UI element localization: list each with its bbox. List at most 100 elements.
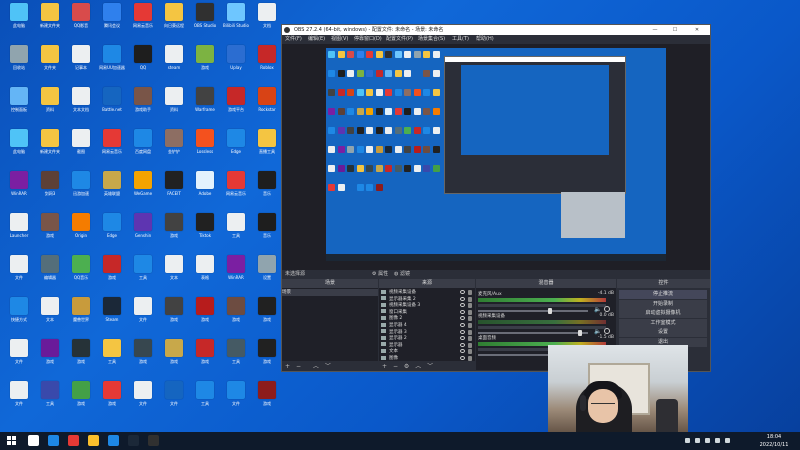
source-down-button[interactable]: ﹀	[427, 363, 433, 370]
visibility-eye-icon[interactable]	[460, 309, 465, 314]
move-up-button[interactable]: ︿	[313, 363, 319, 370]
desktop-icon[interactable]: Launcher	[2, 211, 36, 243]
taskbar-clock[interactable]: 18:04 2022/10/11	[754, 433, 794, 449]
desktop-icon[interactable]: 文件	[219, 379, 253, 411]
desktop-icon[interactable]: 游戏	[33, 211, 67, 243]
tray-input-icon[interactable]	[715, 438, 720, 443]
desktop-icon[interactable]: 网易云音乐	[126, 1, 160, 33]
taskbar-obs-icon[interactable]	[148, 435, 159, 446]
desktop-icon[interactable]: 游戏	[188, 337, 222, 369]
desktop-icon[interactable]: 快捷方式	[2, 295, 36, 327]
desktop-icon[interactable]: 腾讯会议	[95, 1, 129, 33]
obs-window[interactable]: OBS 27.2.4 (64-bit, windows) - 配置文件: 未命名…	[281, 24, 711, 372]
menu-scene-collection[interactable]: 场景集合(S)	[418, 35, 445, 44]
desktop-icon[interactable]: Lossless	[188, 127, 222, 159]
desktop-icon[interactable]: 新建文件夹	[33, 127, 67, 159]
settings-button[interactable]: 设置	[619, 328, 707, 337]
desktop-icon[interactable]: 文件	[2, 337, 36, 369]
add-source-button[interactable]: +	[382, 363, 387, 370]
lock-icon[interactable]	[468, 323, 472, 328]
desktop-icon[interactable]: 回收站	[2, 43, 36, 75]
desktop-icon[interactable]: 游戏	[157, 337, 191, 369]
desktop-icon[interactable]: 文件	[126, 295, 160, 327]
menu-view[interactable]: 视图(V)	[331, 35, 348, 44]
properties-button[interactable]: ⚙ 属性	[372, 270, 388, 279]
desktop-icon[interactable]: Steam	[95, 295, 129, 327]
desktop-icon[interactable]: 文件	[2, 379, 36, 411]
lock-icon[interactable]	[468, 309, 472, 315]
desktop-icon[interactable]: Edge	[95, 211, 129, 243]
sources-list[interactable]: 视频采集设备 显示器采集 2 视频采集设备 3 窗口采集 图像 2 显示器 4 显示器 3显…	[379, 288, 475, 361]
desktop-icon[interactable]: Adobe	[188, 169, 222, 201]
desktop-icon[interactable]: 工具	[33, 379, 67, 411]
desktop-icon[interactable]: Edge	[219, 127, 253, 159]
move-down-button[interactable]: ﹀	[325, 363, 331, 370]
visibility-eye-icon[interactable]	[460, 336, 465, 341]
obs-preview[interactable]	[282, 44, 710, 270]
visibility-eye-icon[interactable]	[460, 323, 465, 327]
desktop-icon[interactable]: 音乐	[250, 211, 284, 243]
tray-chevron-icon[interactable]	[725, 438, 730, 443]
lock-icon[interactable]	[468, 349, 472, 355]
desktop-icon[interactable]: 游戏	[157, 211, 191, 243]
desktop-icon[interactable]: 文件	[2, 253, 36, 285]
menu-docks[interactable]: 停靠窗口(D)	[354, 35, 382, 44]
stop-streaming-button[interactable]: 停止推流	[619, 290, 707, 299]
desktop-icon[interactable]: QQ	[126, 43, 160, 75]
start-recording-button[interactable]: 开始录制	[619, 299, 707, 309]
desktop-icon[interactable]: QQ影音	[64, 1, 98, 33]
maximize-button[interactable]: ☐	[666, 25, 684, 35]
desktop-icon[interactable]: 资料	[33, 85, 67, 117]
menu-edit[interactable]: 编辑(E)	[308, 35, 325, 44]
desktop-icon[interactable]: 迅游加速	[64, 169, 98, 201]
lock-icon[interactable]	[468, 336, 472, 342]
desktop-icon[interactable]: 工具	[126, 253, 160, 285]
desktop-icon[interactable]: 游戏	[64, 379, 98, 411]
windows-start-button[interactable]	[7, 436, 17, 446]
lock-icon[interactable]	[468, 290, 472, 295]
gear-icon[interactable]	[604, 328, 610, 334]
desktop-icon[interactable]: 百度网盘	[126, 127, 160, 159]
desktop-icon[interactable]: 向日葵远程	[157, 1, 191, 33]
visibility-eye-icon[interactable]	[460, 316, 465, 321]
remove-source-button[interactable]: −	[393, 363, 398, 370]
visibility-eye-icon[interactable]	[460, 356, 465, 360]
taskbar-netease-icon[interactable]	[68, 435, 79, 446]
desktop-icon[interactable]: 游戏	[188, 43, 222, 75]
desktop-icon[interactable]: 工具	[219, 337, 253, 369]
desktop-icon[interactable]: Rockstar	[250, 85, 284, 117]
lock-icon[interactable]	[468, 296, 472, 302]
desktop-icon[interactable]: 音乐	[250, 169, 284, 201]
desktop-icon[interactable]: WeGame	[126, 169, 160, 201]
desktop-icon[interactable]: 游戏	[219, 295, 253, 327]
desktop-icon[interactable]: QQ音乐	[64, 253, 98, 285]
gear-icon[interactable]	[604, 306, 610, 312]
desktop-icon[interactable]: 文本	[33, 295, 67, 327]
desktop-icon[interactable]: 资料	[157, 85, 191, 117]
desktop-icon[interactable]: 游戏	[188, 295, 222, 327]
taskbar-qq-icon[interactable]	[108, 435, 119, 446]
desktop-icon[interactable]: 英雄联盟	[95, 169, 129, 201]
desktop-icon[interactable]: 网易云音乐	[219, 169, 253, 201]
lock-icon[interactable]	[468, 316, 472, 322]
desktop-icon[interactable]: 设置	[250, 253, 284, 285]
desktop-icon[interactable]: 金铲铲	[157, 127, 191, 159]
desktop-icon[interactable]: 剑网3	[33, 169, 67, 201]
visibility-eye-icon[interactable]	[460, 342, 465, 347]
desktop-icon[interactable]: FACEIT	[157, 169, 191, 201]
desktop-icon[interactable]: 游戏	[64, 337, 98, 369]
visibility-eye-icon[interactable]	[460, 349, 465, 354]
filters-button[interactable]: ◍ 滤镜	[394, 270, 410, 279]
menu-file[interactable]: 文件(F)	[285, 35, 302, 44]
desktop-icon[interactable]: Warframe	[188, 85, 222, 117]
add-scene-button[interactable]: +	[285, 363, 290, 370]
tray-network-icon[interactable]	[685, 438, 690, 443]
remove-scene-button[interactable]: −	[296, 363, 301, 370]
tray-battery-icon[interactable]	[705, 438, 710, 443]
desktop-icon[interactable]: 编辑器	[33, 253, 67, 285]
desktop-icon[interactable]: 游戏	[250, 295, 284, 327]
lock-icon[interactable]	[468, 329, 472, 335]
scene-item[interactable]: 场景	[282, 289, 378, 296]
speaker-icon[interactable]: 🔈	[594, 328, 601, 335]
desktop-icon[interactable]: 文本文档	[64, 85, 98, 117]
